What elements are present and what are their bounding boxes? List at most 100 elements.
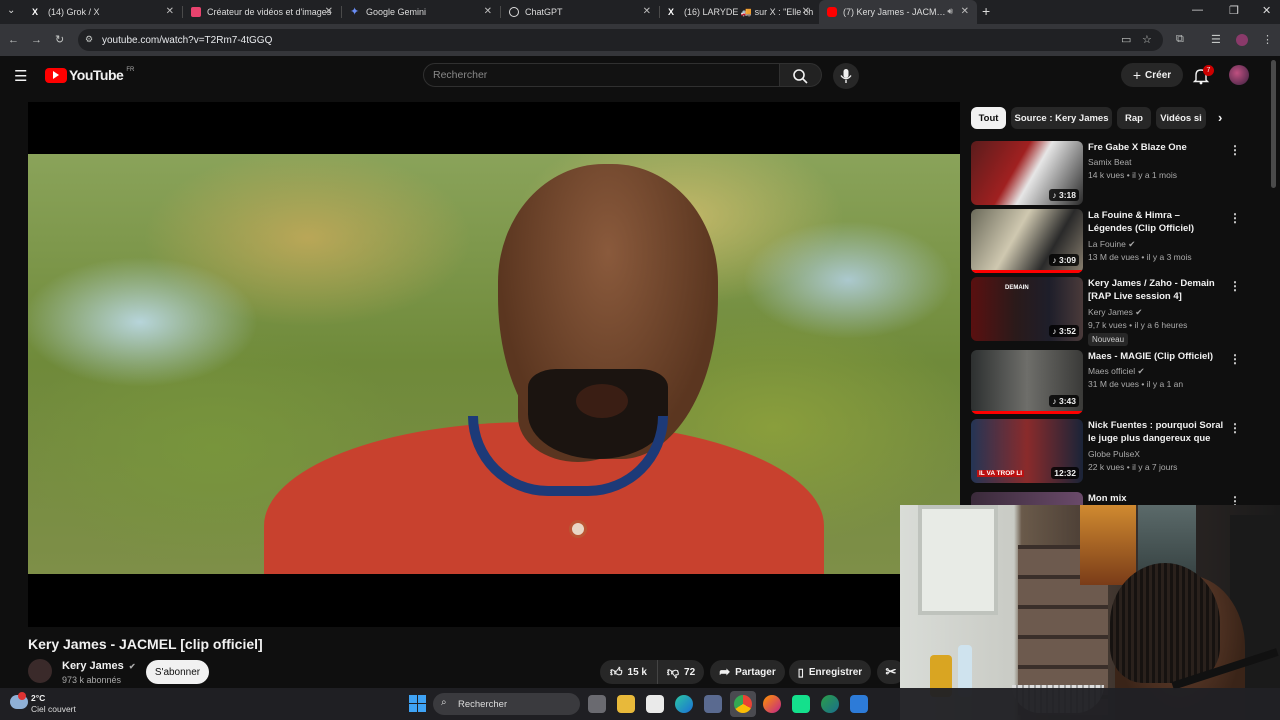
windows-start-icon[interactable]	[409, 695, 426, 712]
share-button[interactable]: ➦ Partager	[710, 660, 785, 684]
recommendation-item[interactable]: ♪ 3:09 La Fouine & Himra – Légendes (Cli…	[971, 209, 1251, 275]
speaker-icon[interactable]: 🔊︎	[947, 6, 953, 17]
tab-label: (7) Kery James - JACMEL [cl	[843, 7, 959, 17]
youtube-favicon-icon	[827, 7, 837, 17]
account-avatar[interactable]	[1229, 65, 1249, 85]
edge-dev-icon[interactable]	[821, 695, 839, 713]
profile-avatar[interactable]	[1236, 34, 1248, 46]
close-tab-icon[interactable]: ✕	[325, 6, 333, 17]
recommendation-item[interactable]: ♪ 3:43 Maes - MAGIE (Clip Officiel) Maes…	[971, 350, 1251, 416]
thumbnail-caption: DEMAIN	[1005, 285, 1029, 291]
video-title: Kery James - JACMEL [clip officiel]	[28, 636, 263, 652]
gemini-star-icon: ✦	[350, 6, 360, 18]
taskbar-search[interactable]: ⌕ Rechercher	[433, 693, 580, 715]
youtube-logo[interactable]: YouTube FR	[45, 67, 134, 83]
streaming-app-icon[interactable]	[792, 695, 810, 713]
recommendation-channel: Globe PulseX	[1088, 449, 1140, 459]
weather-alert-dot	[18, 692, 26, 700]
site-info-icon[interactable]: ⚙	[85, 34, 93, 45]
chips-next-chevron-icon[interactable]: ›	[1218, 110, 1222, 125]
firefox-icon[interactable]	[763, 695, 781, 713]
forward-icon[interactable]: →	[31, 34, 42, 46]
bookmark-star-icon[interactable]: ☆	[1142, 33, 1152, 46]
close-tab-icon[interactable]: ✕	[166, 6, 174, 17]
subscribe-button[interactable]: S'abonner	[146, 660, 209, 684]
duration-badge: ♪ 3:43	[1049, 395, 1079, 407]
restore-icon[interactable]: ❐	[1229, 4, 1239, 17]
verified-check-icon: ✔	[1135, 307, 1143, 317]
chip-similar-videos[interactable]: Vidéos si	[1156, 107, 1206, 129]
create-button[interactable]: + Créer	[1121, 63, 1183, 87]
more-options-icon[interactable]: ⋮	[1229, 352, 1241, 366]
tab-label: ChatGPT	[525, 7, 563, 17]
extensions-icon[interactable]: ⧉	[1176, 33, 1184, 46]
recommendation-title: Nick Fuentes : pourquoi Soral le juge pl…	[1088, 420, 1224, 444]
recommendation-item[interactable]: Mon mix ⋮	[971, 492, 1251, 506]
edge-browser-icon[interactable]	[675, 695, 693, 713]
close-tab-icon[interactable]: ✕	[802, 6, 810, 17]
search-button[interactable]	[780, 63, 822, 87]
weather-description[interactable]: Ciel couvert	[31, 704, 76, 714]
notepad-icon[interactable]	[646, 695, 664, 713]
taskbar-search-label: Rechercher	[458, 698, 508, 710]
hamburger-menu-icon[interactable]: ☰	[14, 67, 27, 85]
photos-app-icon[interactable]	[850, 695, 868, 713]
dislike-button[interactable]: 👎︎ 72	[657, 660, 704, 684]
chip-all[interactable]: Tout	[971, 107, 1006, 129]
video-frame	[28, 154, 960, 574]
voice-search-button[interactable]	[833, 63, 859, 89]
browser-menu-icon[interactable]: ⋮	[1262, 33, 1273, 46]
tab-youtube-active[interactable]: (7) Kery James - JACMEL [cl 🔊︎ ✕	[819, 0, 977, 24]
tab-gemini[interactable]: ✦ Google Gemini ✕	[342, 0, 500, 24]
save-button[interactable]: ▯ Enregistrer	[789, 660, 871, 684]
tab-grok[interactable]: X (14) Grok / X ✕	[24, 0, 182, 24]
task-view-icon[interactable]	[588, 695, 606, 713]
file-explorer-icon[interactable]	[617, 695, 635, 713]
page-scrollbar[interactable]	[1271, 60, 1276, 188]
tab-search-icon[interactable]: ☰	[1211, 33, 1221, 46]
duration-badge: ♪ 3:18	[1049, 189, 1079, 201]
search-input[interactable]: Rechercher	[423, 63, 780, 87]
like-count: 15 k	[627, 666, 647, 678]
channel-avatar[interactable]	[28, 659, 52, 683]
back-icon[interactable]: ←	[8, 34, 19, 46]
recommendation-meta: 9,7 k vues • il y a 6 heures	[1088, 320, 1188, 330]
weather-temperature[interactable]: 2°C	[31, 693, 45, 703]
webcam-person-hair	[1110, 563, 1220, 683]
duration-badge: 12:32	[1051, 467, 1079, 479]
recommendation-item[interactable]: ♪ 3:18 Fre Gabe X Blaze One Samix Beat 1…	[971, 141, 1251, 207]
more-options-icon[interactable]: ⋮	[1229, 143, 1241, 157]
store-icon[interactable]	[704, 695, 722, 713]
tab-video-creator[interactable]: Créateur de vidéos et d'images ✕	[183, 0, 341, 24]
recommendation-channel: Kery James ✔	[1088, 307, 1143, 317]
video-player[interactable]	[28, 102, 960, 627]
recommendation-item[interactable]: IL VA TROP LI 12:32 Nick Fuentes : pourq…	[971, 419, 1251, 485]
verified-check-icon: ✔	[1137, 366, 1145, 376]
tab-list-chevron-icon[interactable]: ⌄	[7, 5, 15, 16]
channel-name[interactable]: Kery James ✔	[62, 660, 136, 672]
new-tab-button[interactable]: +	[982, 3, 990, 19]
recommendation-item[interactable]: DEMAIN ♪ 3:52 Kery James / Zaho - Demain…	[971, 277, 1251, 346]
reload-icon[interactable]: ↻	[55, 33, 64, 46]
tab-laryde[interactable]: X (16) LARYDE 🚚 sur X : "Elle ch ✕	[660, 0, 818, 24]
tab-chatgpt[interactable]: ChatGPT ✕	[501, 0, 659, 24]
chrome-icon[interactable]	[734, 695, 752, 713]
recommendation-title: Maes - MAGIE (Clip Officiel)	[1088, 351, 1214, 362]
chip-rap[interactable]: Rap	[1117, 107, 1151, 129]
url-text[interactable]: youtube.com/watch?v=T2Rm7-4tGGQ	[102, 35, 272, 46]
notifications-button[interactable]: 7	[1192, 65, 1214, 85]
x-logo-icon: X	[32, 7, 39, 17]
more-options-icon[interactable]: ⋮	[1229, 421, 1241, 435]
minimize-icon[interactable]: —	[1192, 4, 1203, 16]
close-tab-icon[interactable]: ✕	[961, 6, 969, 17]
thumbs-down-icon: 👎︎	[666, 664, 680, 679]
more-options-icon[interactable]: ⋮	[1229, 279, 1241, 293]
like-button[interactable]: 👍︎ 15 k	[600, 660, 657, 684]
cast-icon[interactable]: ▭	[1121, 33, 1131, 46]
close-window-icon[interactable]: ✕	[1262, 4, 1271, 17]
chip-source-kery-james[interactable]: Source : Kery James	[1011, 107, 1112, 129]
more-options-icon[interactable]: ⋮	[1229, 211, 1241, 225]
recommendation-title: Mon mix	[1088, 493, 1127, 504]
close-tab-icon[interactable]: ✕	[484, 6, 492, 17]
close-tab-icon[interactable]: ✕	[643, 6, 651, 17]
